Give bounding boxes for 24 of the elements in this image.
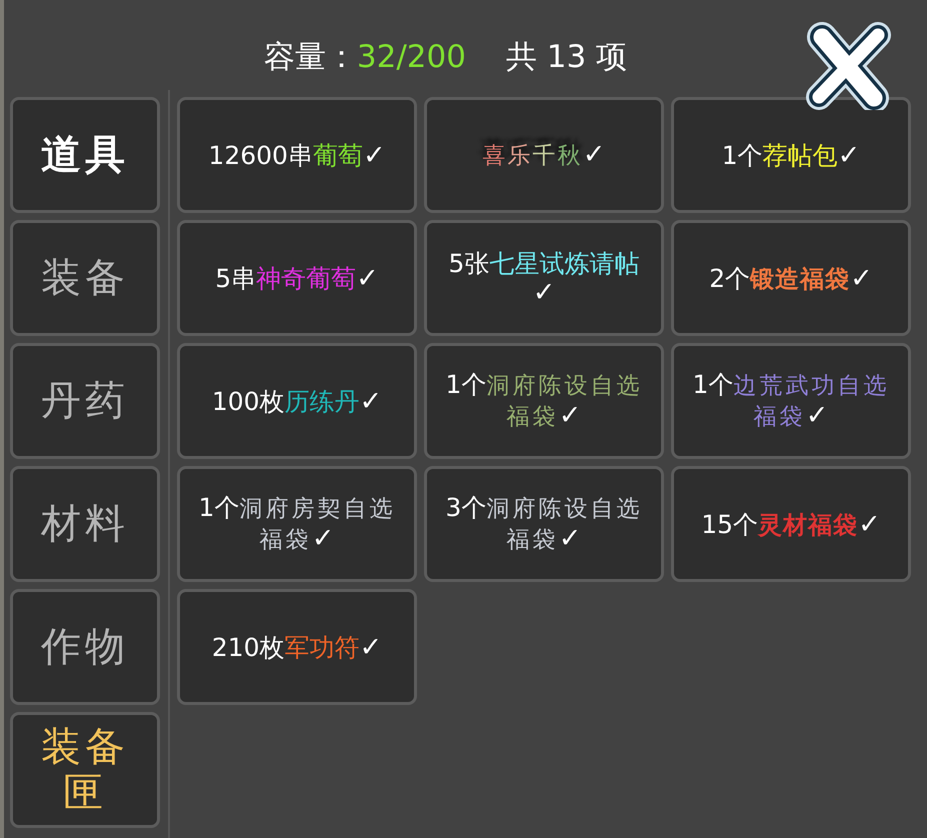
item-slot[interactable]: 1个边荒武功自选福袋✓ xyxy=(671,343,911,459)
category-tab[interactable]: 装备 xyxy=(10,220,160,336)
item-slot[interactable]: 15个灵材福袋✓ xyxy=(671,466,911,582)
category-tab[interactable]: 装备匣 xyxy=(10,712,160,828)
item-slot[interactable]: 1个荐帖包✓ xyxy=(671,97,911,213)
close-button[interactable] xyxy=(804,20,892,110)
item-slot[interactable]: 5串神奇葡萄✓ xyxy=(177,220,417,336)
item-slot[interactable]: 210枚军功符✓ xyxy=(177,589,417,705)
category-tab[interactable]: 材料 xyxy=(10,466,160,582)
item-slot[interactable]: 2个锻造福袋✓ xyxy=(671,220,911,336)
category-tab[interactable]: 道具 xyxy=(10,97,160,213)
item-slot[interactable]: 5张七星试炼请帖 ✓ xyxy=(424,220,664,336)
item-slot[interactable]: 12600串葡萄✓ xyxy=(177,97,417,213)
capacity-label: 容量： xyxy=(264,38,357,76)
item-slot[interactable]: 喜乐千秋✓ xyxy=(424,97,664,213)
item-slot[interactable]: 1个洞府房契自选福袋✓ xyxy=(177,466,417,582)
category-tab[interactable]: 作物 xyxy=(10,589,160,705)
category-tab[interactable]: 丹药 xyxy=(10,343,160,459)
item-slot[interactable]: 100枚历练丹✓ xyxy=(177,343,417,459)
item-slot[interactable]: 1个洞府陈设自选福袋✓ xyxy=(424,343,664,459)
capacity-value: 32/200 xyxy=(356,38,466,76)
close-icon xyxy=(804,20,892,110)
item-total: 共 13 项 xyxy=(506,38,628,76)
item-slot[interactable]: 3个洞府陈设自选福袋✓ xyxy=(424,466,664,582)
